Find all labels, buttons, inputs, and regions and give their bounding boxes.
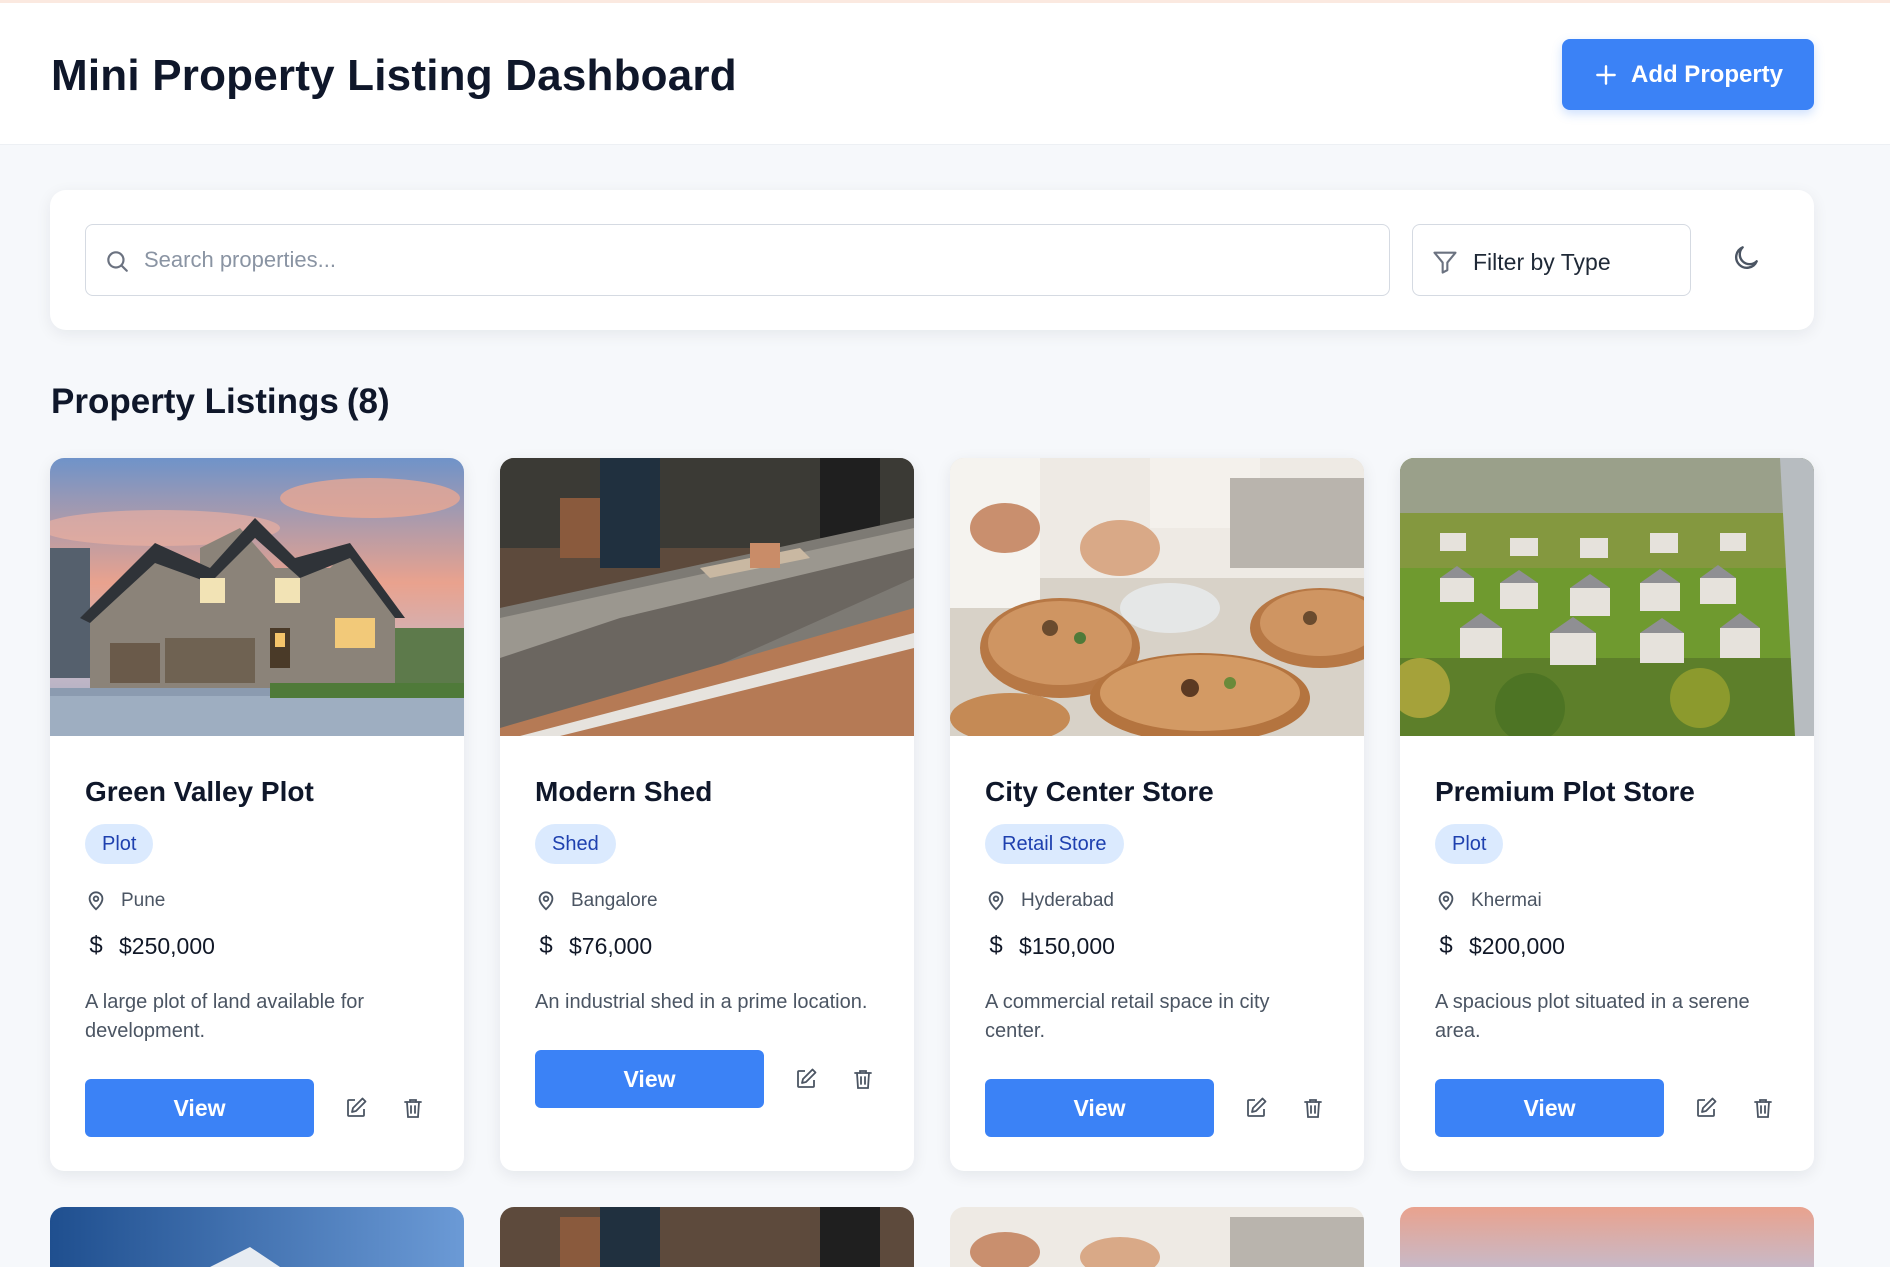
card-actions: View — [85, 1079, 429, 1137]
property-image-construction — [500, 458, 914, 736]
property-description: A commercial retail space in city center… — [985, 991, 1270, 1042]
dollar-icon: $ — [89, 932, 103, 959]
trash-icon — [1753, 1099, 1772, 1118]
edit-icon — [1696, 1097, 1716, 1117]
view-button[interactable]: View — [985, 1079, 1214, 1137]
map-pin-icon — [538, 891, 554, 911]
price-text: $250,000 — [119, 932, 215, 959]
location-text: Bangalore — [571, 890, 658, 911]
map-pin-icon — [1438, 891, 1454, 911]
property-location: Hyderabad — [985, 890, 1114, 912]
add-property-button[interactable]: Add Property — [1562, 39, 1814, 110]
theme-toggle-button[interactable] — [1730, 242, 1766, 278]
page-title: Mini Property Listing Dashboard — [51, 51, 737, 100]
edit-icon — [796, 1068, 816, 1088]
property-price: $ $76,000 — [535, 932, 652, 960]
property-card: City Center Store Retail Store Hyderabad… — [950, 458, 1364, 1171]
add-property-label: Add Property — [1630, 60, 1783, 88]
property-title: City Center Store — [985, 776, 1214, 807]
property-type-badge: Shed — [535, 824, 616, 864]
search-input[interactable] — [144, 225, 1374, 295]
trash-icon — [403, 1099, 422, 1118]
price-text: $150,000 — [1019, 932, 1115, 959]
dollar-icon: $ — [1439, 932, 1453, 959]
filter-icon — [1433, 251, 1457, 274]
property-type-badge: Plot — [1435, 824, 1504, 864]
view-button[interactable]: View — [85, 1079, 314, 1137]
location-text: Pune — [121, 890, 166, 911]
property-location: Khermai — [1435, 890, 1542, 912]
property-card: Premium Plot Store Plot Khermai $ $200,0… — [1400, 458, 1814, 1171]
edit-icon — [1246, 1097, 1266, 1117]
app-header: Mini Property Listing Dashboard Add Prop… — [0, 3, 1890, 145]
edit-icon — [346, 1097, 366, 1117]
dollar-icon: $ — [989, 932, 1003, 959]
edit-button[interactable] — [339, 1092, 372, 1125]
property-card-peek — [50, 1207, 464, 1267]
price-text: $200,000 — [1469, 932, 1565, 959]
filter-toolbar: Filter by Type — [50, 190, 1814, 330]
property-card: Green Valley Plot Plot Pune $ $250,000 A… — [50, 458, 464, 1171]
edit-button[interactable] — [789, 1063, 822, 1096]
plus-icon — [1596, 64, 1616, 85]
view-button[interactable]: View — [1435, 1079, 1664, 1137]
property-price: $ $200,000 — [1435, 932, 1565, 960]
property-location: Bangalore — [535, 890, 658, 912]
property-card: Modern Shed Shed Bangalore $ $76,000 An … — [500, 458, 914, 1171]
moon-icon — [1735, 246, 1758, 269]
property-card-peek — [1400, 1207, 1814, 1267]
edit-button[interactable] — [1689, 1092, 1722, 1125]
delete-button[interactable] — [396, 1092, 429, 1125]
property-card-peek — [500, 1207, 914, 1267]
property-image-aerial-neighborhood — [1400, 458, 1814, 736]
property-card-peek — [950, 1207, 1364, 1267]
filter-label: Filter by Type — [1473, 249, 1611, 275]
property-description: A spacious plot situated in a serene are… — [1435, 991, 1750, 1042]
property-image-house — [50, 458, 464, 736]
trash-icon — [853, 1070, 872, 1089]
delete-button[interactable] — [1296, 1092, 1329, 1125]
location-text: Hyderabad — [1021, 890, 1114, 911]
property-title: Green Valley Plot — [85, 776, 314, 807]
view-button[interactable]: View — [535, 1050, 764, 1108]
map-pin-icon — [988, 891, 1004, 911]
delete-button[interactable] — [1746, 1092, 1779, 1125]
property-price: $ $250,000 — [85, 932, 215, 960]
listings-count: (8) — [346, 382, 390, 421]
property-location: Pune — [85, 890, 165, 912]
listings-heading: Property Listings (8) — [51, 382, 390, 422]
search-icon — [107, 251, 128, 272]
delete-button[interactable] — [846, 1063, 879, 1096]
card-actions: View — [1435, 1079, 1779, 1137]
type-filter-select[interactable]: Filter by Type — [1412, 224, 1691, 296]
property-type-badge: Retail Store — [985, 824, 1124, 864]
dollar-icon: $ — [539, 932, 553, 959]
property-type-badge: Plot — [85, 824, 154, 864]
property-price: $ $150,000 — [985, 932, 1115, 960]
property-description: An industrial shed in a prime location. — [535, 991, 868, 1013]
trash-icon — [1303, 1099, 1322, 1118]
edit-button[interactable] — [1239, 1092, 1272, 1125]
search-box[interactable] — [85, 224, 1390, 296]
property-description: A large plot of land available for devel… — [85, 991, 365, 1042]
card-actions: View — [535, 1050, 879, 1108]
card-actions: View — [985, 1079, 1329, 1137]
location-text: Khermai — [1471, 890, 1542, 911]
price-text: $76,000 — [569, 932, 653, 959]
property-title: Modern Shed — [535, 776, 713, 807]
property-title: Premium Plot Store — [1435, 776, 1695, 807]
map-pin-icon — [88, 891, 104, 911]
listings-title: Property Listings — [51, 382, 339, 421]
property-image-food-plating — [950, 458, 1364, 736]
